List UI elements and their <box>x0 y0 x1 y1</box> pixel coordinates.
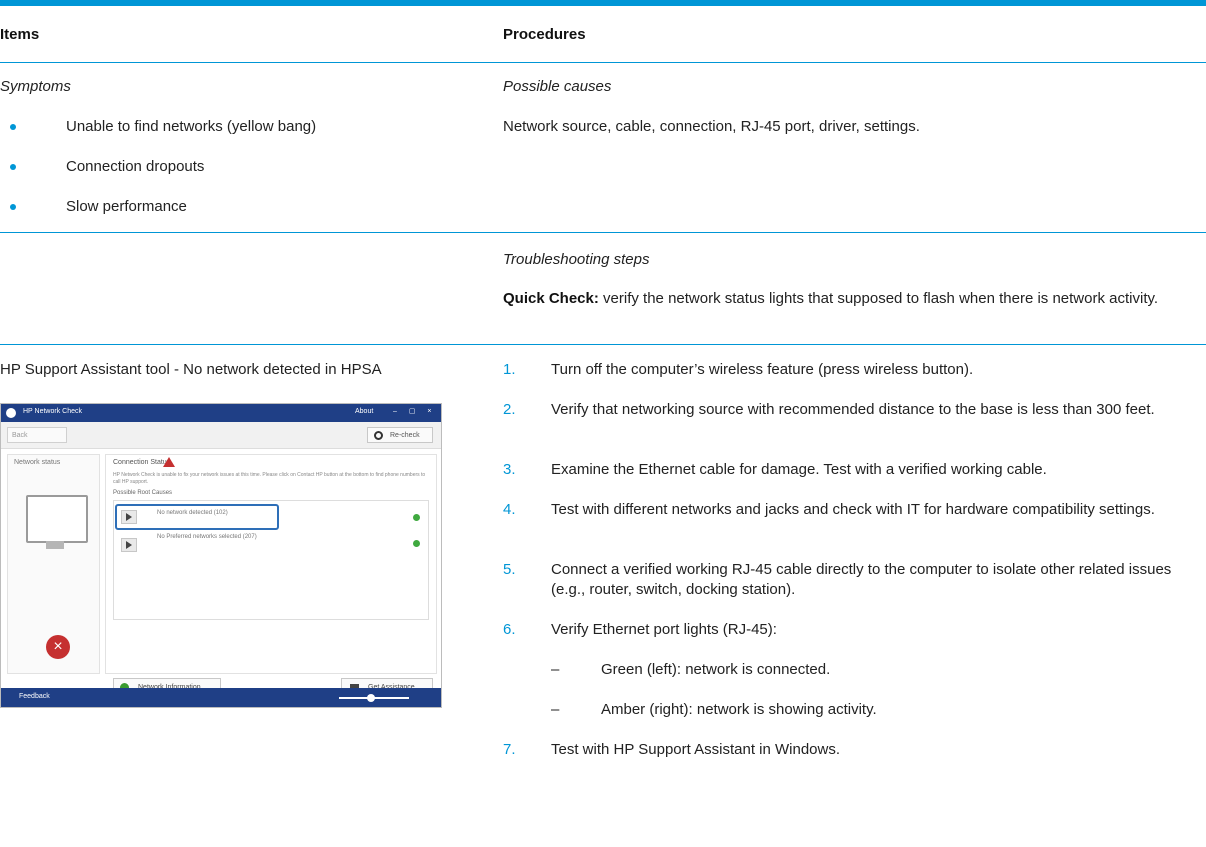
recheck-label: Re-check <box>390 432 420 439</box>
monitor-icon <box>26 495 88 543</box>
about-link: About <box>355 408 374 415</box>
step-text: Test with different networks and jacks a… <box>551 501 1155 518</box>
zoom-knob <box>367 694 375 702</box>
play-icon <box>121 538 137 552</box>
hp-logo-icon <box>6 408 16 418</box>
window-title-bar: HP Network Check About – ▢ × <box>1 404 441 422</box>
symptom-item: Unable to find networks (yellow bang) <box>66 118 317 135</box>
hp-network-check-screenshot: HP Network Check About – ▢ × Back Re-che… <box>0 403 442 708</box>
step-text: Turn off the computer’s wireless feature… <box>551 361 974 378</box>
back-button: Back <box>7 427 67 443</box>
status-description: HP Network Check is unable to fix your n… <box>113 472 426 485</box>
quick-check-label: Quick Check: <box>503 290 599 307</box>
possible-causes-text: Network source, cable, connection, RJ-45… <box>503 118 920 135</box>
step-number: 3. <box>503 461 516 478</box>
troubleshooting-label: Troubleshooting steps <box>503 251 650 268</box>
symptom-item: Connection dropouts <box>66 158 205 175</box>
bullet-icon <box>10 164 16 170</box>
row-highlight <box>115 504 279 530</box>
header-divider <box>0 62 1206 63</box>
bullet-icon <box>10 124 16 130</box>
check-icon <box>413 540 420 547</box>
header-procedures: Procedures <box>503 26 586 43</box>
connection-status-label: Connection Status <box>113 459 171 466</box>
header-items: Items <box>0 26 40 43</box>
step-number: 4. <box>503 501 516 518</box>
recheck-button: Re-check <box>367 427 433 443</box>
hpsa-item-text: HP Support Assistant tool - No network d… <box>0 361 382 378</box>
page: Items Procedures Symptoms Possible cause… <box>0 0 1206 847</box>
step-number: 7. <box>503 741 516 758</box>
row-divider <box>0 344 1206 345</box>
step-number: 6. <box>503 621 516 638</box>
window-controls: – ▢ × <box>393 408 437 415</box>
monitor-stand <box>46 541 64 549</box>
step-number: 1. <box>503 361 516 378</box>
possible-root-causes-label: Possible Root Causes <box>113 490 173 496</box>
top-rule <box>0 0 1206 6</box>
step-text: Connect a verified working RJ-45 cable d… <box>551 561 1172 598</box>
step-text: Test with HP Support Assistant in Window… <box>551 741 841 758</box>
step-number: 5. <box>503 561 516 578</box>
check-icon <box>413 514 420 521</box>
back-label: Back <box>12 432 28 439</box>
refresh-icon <box>374 431 383 440</box>
sub-item-text: Amber (right): network is showing activi… <box>601 701 877 718</box>
feedback-link: Feedback <box>19 693 50 700</box>
sub-item-dash: – <box>551 701 560 718</box>
warning-icon <box>163 457 175 467</box>
symptoms-label: Symptoms <box>0 78 71 95</box>
window-title: HP Network Check <box>23 408 83 415</box>
symptom-item: Slow performance <box>66 198 187 215</box>
network-status-pane: Network status × <box>7 454 100 707</box>
quick-check-text: verify the network status lights that su… <box>603 290 1159 307</box>
step-text: Verify Ethernet port lights (RJ-45): <box>551 621 777 638</box>
error-icon: × <box>46 635 70 659</box>
step-text: Verify that networking source with recom… <box>551 401 1155 418</box>
sub-item-text: Green (left): network is connected. <box>601 661 831 678</box>
step-text: Examine the Ethernet cable for damage. T… <box>551 461 1047 478</box>
window-footer: Feedback <box>1 688 441 707</box>
step-number: 2. <box>503 401 516 418</box>
sub-item-dash: – <box>551 661 560 678</box>
network-status-label: Network status <box>14 459 61 466</box>
root-cause-row: No Preferred networks selected (207) <box>157 534 257 540</box>
bullet-icon <box>10 204 16 210</box>
row-divider <box>0 232 1206 233</box>
possible-causes-label: Possible causes <box>503 78 612 95</box>
quick-check: Quick Check: verify the network status l… <box>503 289 1183 309</box>
